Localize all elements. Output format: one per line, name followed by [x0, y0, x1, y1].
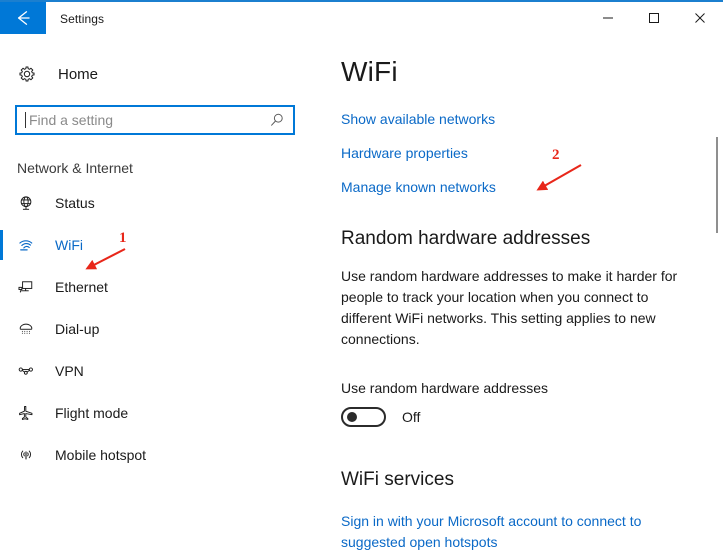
annotation-number-2: 2 [552, 147, 560, 163]
globe-icon [17, 194, 41, 212]
sidebar: Home Network & Internet [0, 36, 310, 550]
minimize-button[interactable] [585, 2, 631, 34]
sidebar-item-status-label: Status [55, 195, 95, 211]
scrollbar-thumb[interactable] [716, 137, 718, 233]
ethernet-icon [17, 278, 41, 296]
sidebar-item-flight-mode-label: Flight mode [55, 405, 129, 421]
main-content: WiFi Show available networks Hardware pr… [333, 36, 713, 550]
link-show-available-networks[interactable]: Show available networks [341, 111, 713, 127]
sidebar-item-mobile-hotspot-label: Mobile hotspot [55, 447, 147, 463]
sidebar-item-home-label: Home [58, 65, 99, 83]
wifi-icon [17, 236, 41, 254]
dialup-phone-icon [17, 320, 41, 338]
sidebar-item-flight-mode[interactable]: Flight mode [0, 392, 310, 434]
link-manage-known-networks[interactable]: Manage known networks [341, 179, 713, 195]
sidebar-item-mobile-hotspot[interactable]: Mobile hotspot [0, 434, 310, 476]
sidebar-group-header: Network & Internet [17, 160, 133, 176]
settings-window: Settings Home Find a setting Network & I… [0, 0, 723, 550]
sidebar-item-status[interactable]: Status [0, 182, 310, 224]
sidebar-item-ethernet-label: Ethernet [55, 279, 108, 295]
sidebar-item-wifi-label: WiFi [55, 237, 83, 253]
toggle-knob [347, 412, 357, 422]
gear-icon [18, 65, 44, 83]
annotation-number-1: 1 [119, 230, 127, 246]
back-arrow-icon [17, 11, 30, 25]
close-button[interactable] [677, 2, 723, 34]
hotspot-icon [17, 446, 41, 464]
use-random-hardware-addresses-toggle[interactable] [341, 407, 386, 427]
toggle-row: Off [341, 407, 713, 427]
minimize-icon [603, 17, 613, 19]
window-title: Settings [60, 12, 105, 26]
search-input[interactable] [26, 108, 257, 132]
maximize-icon [649, 13, 659, 23]
sidebar-item-wifi[interactable]: WiFi [0, 224, 310, 266]
sidebar-nav-list: Status WiFi Ethernet Dial-up VPN Flight … [0, 182, 310, 476]
airplane-icon [17, 404, 41, 422]
close-icon [695, 13, 705, 23]
sidebar-item-dial-up[interactable]: Dial-up [0, 308, 310, 350]
link-sign-in-microsoft-account[interactable]: Sign in with your Microsoft account to c… [341, 511, 691, 550]
maximize-button[interactable] [631, 2, 677, 34]
title-bar: Settings [0, 2, 723, 36]
toggle-label-use-random-hardware-addresses: Use random hardware addresses [341, 380, 548, 396]
sidebar-item-dial-up-label: Dial-up [55, 321, 100, 337]
section-title-wifi-services: WiFi services [341, 469, 454, 490]
toggle-state-label: Off [402, 409, 421, 425]
sidebar-item-ethernet[interactable]: Ethernet [0, 266, 310, 308]
link-hardware-properties[interactable]: Hardware properties [341, 145, 713, 161]
sidebar-item-vpn-label: VPN [55, 363, 84, 379]
page-title: WiFi [341, 56, 398, 87]
sidebar-item-vpn[interactable]: VPN [0, 350, 310, 392]
sidebar-item-home[interactable]: Home [0, 56, 310, 92]
window-controls [585, 2, 723, 36]
vpn-icon [17, 362, 41, 380]
vertical-scrollbar[interactable] [706, 36, 720, 550]
section-title-random-hardware-addresses: Random hardware addresses [341, 228, 591, 249]
random-hardware-addresses-description: Use random hardware addresses to make it… [341, 268, 678, 347]
back-button[interactable] [0, 2, 46, 34]
search-box[interactable] [15, 105, 295, 135]
search-icon[interactable] [267, 110, 287, 130]
